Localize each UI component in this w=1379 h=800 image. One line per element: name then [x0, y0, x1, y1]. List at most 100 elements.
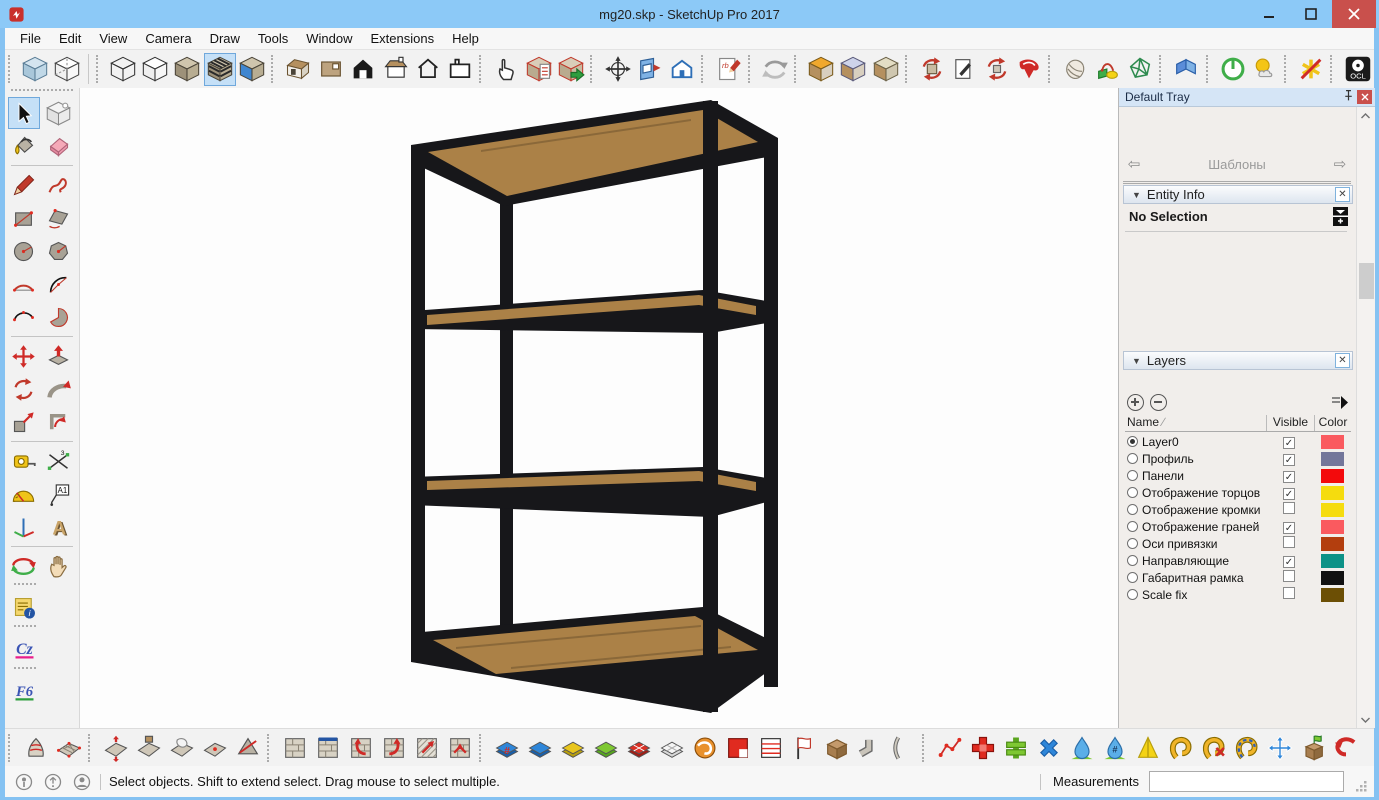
- layer-visible-checkbox[interactable]: [1283, 587, 1295, 599]
- circle-tool[interactable]: [8, 235, 40, 267]
- style-wireframe-tool[interactable]: [106, 53, 138, 86]
- layer-color-swatch[interactable]: [1321, 469, 1344, 483]
- shadows-sun-tool[interactable]: [1249, 53, 1281, 86]
- follow-me-tool[interactable]: [43, 373, 75, 405]
- arc-3pt-tool[interactable]: [8, 301, 40, 333]
- style-shaded-tool[interactable]: [171, 53, 203, 86]
- layer-radio[interactable]: [1127, 453, 1138, 464]
- entity-info-close-icon[interactable]: ✕: [1335, 187, 1350, 202]
- toolbar-grip[interactable]: [1048, 55, 1056, 83]
- polygon-tool[interactable]: [43, 235, 75, 267]
- toolbar-grip[interactable]: [794, 55, 802, 83]
- toolbar-grip[interactable]: [1159, 55, 1167, 83]
- style-shaded-textures-tool[interactable]: [204, 53, 236, 86]
- cross-blue-tool[interactable]: [1032, 731, 1065, 764]
- layer-visible-checkbox[interactable]: ✓: [1283, 454, 1295, 466]
- view-back-tool[interactable]: [444, 53, 476, 86]
- undo-arc-tool[interactable]: [1329, 731, 1362, 764]
- artisan-shell-tool[interactable]: [1059, 53, 1091, 86]
- geolocation-icon[interactable]: [14, 772, 34, 792]
- vray-logo-tool[interactable]: [1013, 53, 1045, 86]
- look-around-tool[interactable]: [634, 53, 666, 86]
- resize-grip[interactable]: [1355, 780, 1368, 793]
- menu-extensions[interactable]: Extensions: [362, 29, 444, 48]
- move-tool[interactable]: [8, 340, 40, 372]
- toolbar-grip[interactable]: [14, 625, 36, 632]
- layer-color-swatch[interactable]: [1321, 486, 1344, 500]
- notes-info-tool[interactable]: i: [8, 591, 41, 624]
- view-iso-tool[interactable]: [282, 53, 314, 86]
- from-scratch-tool[interactable]: [52, 731, 85, 764]
- layer-row[interactable]: Отображение торцов✓: [1125, 484, 1351, 501]
- hook-cross-tool[interactable]: [1197, 731, 1230, 764]
- col-color-label[interactable]: Color: [1315, 415, 1351, 431]
- protractor-tool[interactable]: [8, 478, 40, 510]
- remove-layer-button[interactable]: [1150, 394, 1167, 411]
- cross-green-tool[interactable]: [999, 731, 1032, 764]
- rotate-tool[interactable]: [8, 373, 40, 405]
- toolbar-grip[interactable]: [479, 734, 487, 762]
- menu-window[interactable]: Window: [297, 29, 361, 48]
- layer-radio[interactable]: [1127, 538, 1138, 549]
- view-right-tool[interactable]: [379, 53, 411, 86]
- hook-dash-tool[interactable]: [1230, 731, 1263, 764]
- tex-arrows-both-tool[interactable]: [443, 731, 476, 764]
- style-monochrome-tool[interactable]: [236, 53, 268, 86]
- toolbar-grip[interactable]: [479, 55, 487, 83]
- layer-row[interactable]: Оси привязки: [1125, 535, 1351, 552]
- layers-close-icon[interactable]: ✕: [1335, 353, 1350, 368]
- col-name-label[interactable]: Name: [1127, 415, 1159, 429]
- layer-visible-checkbox[interactable]: [1283, 502, 1295, 514]
- freehand-tool[interactable]: [43, 169, 75, 201]
- water-drop-tool[interactable]: [1065, 731, 1098, 764]
- toolbar-grip[interactable]: [748, 55, 756, 83]
- tray-close-icon[interactable]: [1357, 90, 1372, 104]
- close-button[interactable]: [1332, 0, 1376, 28]
- templates-next-icon[interactable]: ⇨: [1329, 155, 1351, 173]
- toolbar-grip[interactable]: [1206, 55, 1214, 83]
- toolbar-grip[interactable]: [8, 734, 16, 762]
- layer-color-swatch[interactable]: [1321, 452, 1344, 466]
- layer-name[interactable]: Панели: [1142, 469, 1265, 483]
- component-options-tool[interactable]: [523, 53, 555, 86]
- menu-camera[interactable]: Camera: [136, 29, 200, 48]
- from-contours-tool[interactable]: [19, 731, 52, 764]
- layer-color-swatch[interactable]: [1321, 588, 1344, 602]
- entity-details-toggle[interactable]: [1333, 207, 1348, 229]
- layer-visible-checkbox[interactable]: [1283, 536, 1295, 548]
- measurements-input[interactable]: [1149, 771, 1344, 792]
- layer-radio[interactable]: [1127, 589, 1138, 600]
- credits-icon[interactable]: [43, 772, 63, 792]
- sketch-page-tool[interactable]: [948, 53, 980, 86]
- layer-color-swatch[interactable]: [1321, 571, 1344, 585]
- toolbar-grip[interactable]: [267, 734, 275, 762]
- tray-title-bar[interactable]: Default Tray: [1119, 88, 1375, 107]
- layer-visible-checkbox[interactable]: ✓: [1283, 437, 1295, 449]
- tile-green-tool[interactable]: [589, 731, 622, 764]
- toolbar-grip[interactable]: [1284, 55, 1292, 83]
- box-flag-tool[interactable]: [1296, 731, 1329, 764]
- stamp-tool[interactable]: [132, 731, 165, 764]
- tape-measure-tool[interactable]: [8, 445, 40, 477]
- loft-curl-tool[interactable]: [688, 731, 721, 764]
- toolbar-grip[interactable]: [14, 583, 36, 590]
- table-grid-tool[interactable]: [754, 731, 787, 764]
- menu-view[interactable]: View: [90, 29, 136, 48]
- layer-details-button[interactable]: [1331, 395, 1349, 410]
- layer-row[interactable]: Профиль✓: [1125, 450, 1351, 467]
- toolbar-grip[interactable]: [88, 734, 96, 762]
- component-attributes-tool[interactable]: [555, 53, 587, 86]
- scale-tool[interactable]: [8, 406, 40, 438]
- layer-visible-checkbox[interactable]: ✓: [1283, 556, 1295, 568]
- menu-help[interactable]: Help: [443, 29, 488, 48]
- tray-pin-icon[interactable]: [1342, 89, 1355, 105]
- toolbar-grip[interactable]: [96, 55, 104, 83]
- view-top-tool[interactable]: [315, 53, 347, 86]
- eraser-tool[interactable]: [43, 130, 75, 162]
- corner-round-tool[interactable]: [805, 53, 837, 86]
- opencutlist-tool[interactable]: OCL: [1341, 53, 1373, 86]
- joint-push-pull-tool[interactable]: [1170, 53, 1202, 86]
- layer-name[interactable]: Отображение граней: [1142, 520, 1265, 534]
- layer-visible-checkbox[interactable]: ✓: [1283, 522, 1295, 534]
- tex-hatch-arrow-tool[interactable]: [410, 731, 443, 764]
